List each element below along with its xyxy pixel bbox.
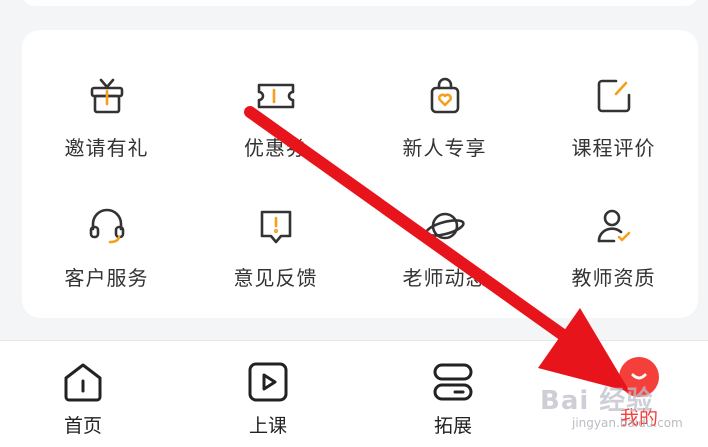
menu-item-label: 优惠券 — [244, 136, 307, 160]
tab-class[interactable]: 上课 — [208, 341, 328, 447]
menu-item-coupon[interactable]: 优惠券 — [191, 44, 360, 174]
watermark-url: jingyan.baidu.com — [572, 416, 683, 430]
menu-item-label: 教师资质 — [571, 266, 656, 290]
menu-item-course-review[interactable]: 课程评价 — [529, 44, 698, 174]
menu-item-label: 课程评价 — [571, 136, 656, 160]
menu-item-label: 客户服务 — [64, 266, 149, 290]
tab-expand[interactable]: 拓展 — [393, 341, 513, 447]
menu-item-teacher-qualification[interactable]: 教师资质 — [529, 174, 698, 304]
gift-icon — [90, 78, 123, 114]
shopping-bag-heart-icon — [430, 77, 459, 114]
menu-item-feedback[interactable]: 意见反馈 — [191, 174, 360, 304]
headset-icon — [89, 208, 124, 244]
menu-item-newcomer[interactable]: 新人专享 — [360, 44, 529, 174]
expand-icon — [433, 363, 473, 401]
planet-icon — [424, 212, 465, 240]
service-menu-grid: 邀请有礼 优惠券 新人专享 课程评价 客户服务 意见反馈 老师动态 教师资质 — [22, 30, 698, 332]
menu-item-label: 新人专享 — [402, 136, 487, 160]
play-icon — [248, 362, 288, 402]
top-card — [22, 0, 698, 6]
menu-item-label: 意见反馈 — [233, 266, 318, 290]
coupon-icon — [257, 83, 294, 109]
menu-item-label: 老师动态 — [402, 266, 487, 290]
edit-square-icon — [597, 79, 630, 113]
menu-item-invite[interactable]: 邀请有礼 — [22, 44, 191, 174]
tab-label: 拓展 — [433, 415, 472, 437]
menu-item-customer-service[interactable]: 客户服务 — [22, 174, 191, 304]
home-icon — [64, 363, 102, 402]
menu-item-teacher-news[interactable]: 老师动态 — [360, 174, 529, 304]
tab-label: 上课 — [248, 415, 287, 437]
tab-home[interactable]: 首页 — [23, 341, 143, 447]
feedback-icon — [260, 210, 291, 244]
user-check-icon — [597, 209, 630, 243]
watermark: Bai 经验 — [540, 386, 654, 416]
menu-item-label: 邀请有礼 — [64, 136, 149, 160]
tab-label: 首页 — [63, 415, 102, 437]
service-menu-card: 邀请有礼 优惠券 新人专享 课程评价 客户服务 意见反馈 老师动态 教师资质 — [22, 30, 698, 318]
